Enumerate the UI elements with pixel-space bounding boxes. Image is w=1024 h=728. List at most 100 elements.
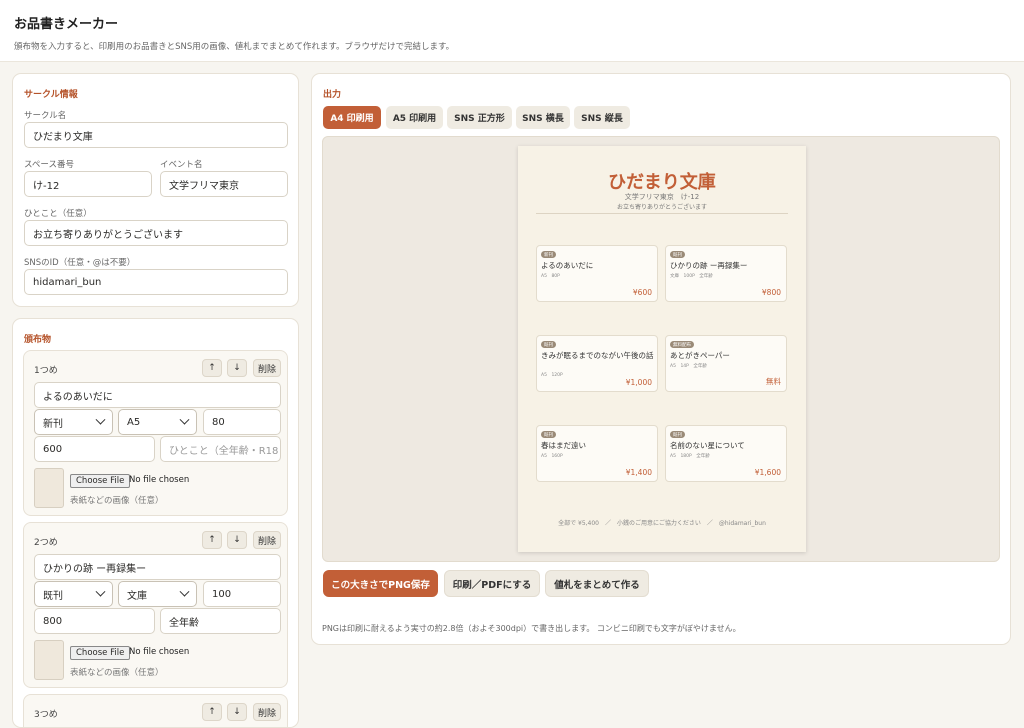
preview-item-meta: A5 180P 全年齢 <box>670 454 710 459</box>
preview-item-badge: 既刊 <box>541 341 556 348</box>
item-card-1: 1つめ ↑ ↓ 削除 よるのあいだに 新刊 A5 80 600 ひとこと（全年齢… <box>23 350 288 516</box>
item-number: 3つめ <box>34 710 58 720</box>
item-price-input[interactable]: 600 <box>34 436 155 462</box>
output-section-title: 出力 <box>323 90 342 100</box>
preview-item-name: きみが眠るまでのながい午後の話 <box>541 351 654 360</box>
item-number: 2つめ <box>34 538 58 548</box>
item-card-3: 3つめ ↑ ↓ 削除 <box>23 694 288 727</box>
move-down-button[interactable]: ↓ <box>227 359 247 377</box>
preview-item-name: ひかりの跡 ー再録集ー <box>670 261 748 270</box>
preview-item-price: ¥1,000 <box>625 378 652 387</box>
tab-a5-print[interactable]: A5 印刷用 <box>386 106 443 129</box>
preview-item-card: 既刊 春はまだ遠い A5 160P ¥1,400 <box>536 425 658 482</box>
sns-id-input[interactable]: hidamari_bun <box>24 269 288 295</box>
preview-item-name: あとがきペーパー <box>670 351 730 360</box>
preview-item-price: ¥1,600 <box>754 468 781 477</box>
preview-item-badge: 無料配布 <box>670 341 694 348</box>
preview-item-meta: A5 120P <box>541 373 563 378</box>
circle-name-label: サークル名 <box>24 111 67 121</box>
delete-button[interactable]: 削除 <box>253 531 281 549</box>
items-section-title: 頒布物 <box>24 335 52 345</box>
item-status-select[interactable]: 既刊 <box>34 581 113 607</box>
circle-name-input[interactable]: ひだまり文庫 <box>24 122 288 148</box>
move-up-button[interactable]: ↑ <box>202 359 222 377</box>
delete-button[interactable]: 削除 <box>253 703 281 721</box>
file-status: No file chosen <box>129 647 190 657</box>
preview-item-name: 名前のない星について <box>670 441 745 450</box>
item-status-value: 既刊 <box>43 590 63 602</box>
preview-item-badge: 新刊 <box>541 251 556 258</box>
chevron-down-icon <box>179 586 190 597</box>
preview-item-badge: 既刊 <box>541 431 556 438</box>
message-input[interactable]: お立ち寄りありがとうございます <box>24 220 288 246</box>
preview-item-card: 既刊 きみが眠るまでのながい午後の話 A5 120P ¥1,000 <box>536 335 658 392</box>
preview-message: お立ち寄りありがとうございます <box>616 204 707 211</box>
items-panel: 頒布物 1つめ ↑ ↓ 削除 よるのあいだに 新刊 A5 80 600 ひとこと… <box>12 318 299 728</box>
item-number: 1つめ <box>34 366 58 376</box>
item-title-input[interactable]: よるのあいだに <box>34 382 281 408</box>
item-size-value: A5 <box>127 416 141 428</box>
preview-item-price: 無料 <box>766 377 781 386</box>
preview-item-price: ¥600 <box>632 288 652 297</box>
tab-sns-square[interactable]: SNS 正方形 <box>447 106 512 129</box>
choose-file-button[interactable]: Choose File <box>70 646 131 660</box>
save-png-button[interactable]: この大きさでPNG保存 <box>323 570 438 597</box>
preview-item-badge: 既刊 <box>670 431 685 438</box>
preview-item-card: 新刊 よるのあいだに A5 80P ¥600 <box>536 245 658 302</box>
space-number-input[interactable]: け-12 <box>24 171 152 197</box>
tab-sns-portrait[interactable]: SNS 縦長 <box>574 106 630 129</box>
item-size-select[interactable]: 文庫 <box>118 581 197 607</box>
tab-sns-landscape[interactable]: SNS 横長 <box>516 106 570 129</box>
preview-item-meta: 文庫 100P 全年齢 <box>670 274 713 279</box>
image-hint: 表紙などの画像（任意） <box>70 668 164 678</box>
menu-preview-sheet: ひだまり文庫 文学フリマ東京 け-12 お立ち寄りありがとうございます 新刊 よ… <box>518 146 806 552</box>
preview-item-card: 既刊 ひかりの跡 ー再録集ー 文庫 100P 全年齢 ¥800 <box>665 245 787 302</box>
print-pdf-button[interactable]: 印刷／PDFにする <box>444 570 540 597</box>
preview-item-price: ¥800 <box>761 288 781 297</box>
item-image-thumbnail[interactable] <box>34 468 64 508</box>
preview-footer: 全部で ¥5,400 ／ 小銭のご用意にご協力ください ／ @hidamari_… <box>558 520 766 527</box>
preview-item-meta: A5 160P <box>541 454 563 459</box>
item-price-input[interactable]: 800 <box>34 608 155 634</box>
message-label: ひとこと（任意） <box>24 209 92 219</box>
item-pages-input[interactable]: 100 <box>203 581 281 607</box>
move-down-button[interactable]: ↓ <box>227 703 247 721</box>
chevron-down-icon <box>95 414 106 425</box>
move-up-button[interactable]: ↑ <box>202 703 222 721</box>
item-image-thumbnail[interactable] <box>34 640 64 680</box>
space-number-label: スペース番号 <box>24 160 74 170</box>
preview-item-price: ¥1,400 <box>625 468 652 477</box>
chevron-down-icon <box>95 586 106 597</box>
item-title-input[interactable]: ひかりの跡 ー再録集ー <box>34 554 281 580</box>
item-size-select[interactable]: A5 <box>118 409 197 435</box>
price-tags-button[interactable]: 値札をまとめて作る <box>545 570 649 597</box>
item-status-select[interactable]: 新刊 <box>34 409 113 435</box>
image-hint: 表紙などの画像（任意） <box>70 496 164 506</box>
file-status: No file chosen <box>129 475 190 485</box>
item-size-value: 文庫 <box>127 590 147 602</box>
preview-item-card: 無料配布 あとがきペーパー A5 14P 全年齢 無料 <box>665 335 787 392</box>
preview-item-name: よるのあいだに <box>541 261 594 270</box>
preview-item-name: 春はまだ遠い <box>541 441 586 450</box>
preview-item-meta: A5 14P 全年齢 <box>670 364 707 369</box>
circle-info-title: サークル情報 <box>24 90 78 100</box>
output-note: PNGは印刷に耐えるよう実寸の約2.8倍（およそ300dpi）で書き出します。 … <box>322 624 741 633</box>
preview-event-info: 文学フリマ東京 け-12 <box>624 193 700 201</box>
preview-divider <box>536 213 788 214</box>
event-name-input[interactable]: 文学フリマ東京 <box>160 171 288 197</box>
circle-info-panel: サークル情報 サークル名 ひだまり文庫 スペース番号 け-12 イベント名 文学… <box>12 73 299 307</box>
move-down-button[interactable]: ↓ <box>227 531 247 549</box>
app-description: 頒布物を入力すると、印刷用のお品書きとSNS用の画像、値札までまとめて作れます。… <box>14 42 455 52</box>
item-note-input[interactable]: ひとこと（全年齢・R18 <box>160 436 281 462</box>
item-pages-input[interactable]: 80 <box>203 409 281 435</box>
delete-button[interactable]: 削除 <box>253 359 281 377</box>
preview-item-meta: A5 80P <box>541 274 560 279</box>
tab-a4-print[interactable]: A4 印刷用 <box>323 106 381 129</box>
app-header: お品書きメーカー 頒布物を入力すると、印刷用のお品書きとSNS用の画像、値札まで… <box>0 0 1024 62</box>
item-card-2: 2つめ ↑ ↓ 削除 ひかりの跡 ー再録集ー 既刊 文庫 100 800 全年齢… <box>23 522 288 688</box>
event-name-label: イベント名 <box>160 160 203 170</box>
item-note-input[interactable]: 全年齢 <box>160 608 281 634</box>
preview-area: ひだまり文庫 文学フリマ東京 け-12 お立ち寄りありがとうございます 新刊 よ… <box>322 136 1000 562</box>
move-up-button[interactable]: ↑ <box>202 531 222 549</box>
choose-file-button[interactable]: Choose File <box>70 474 131 488</box>
